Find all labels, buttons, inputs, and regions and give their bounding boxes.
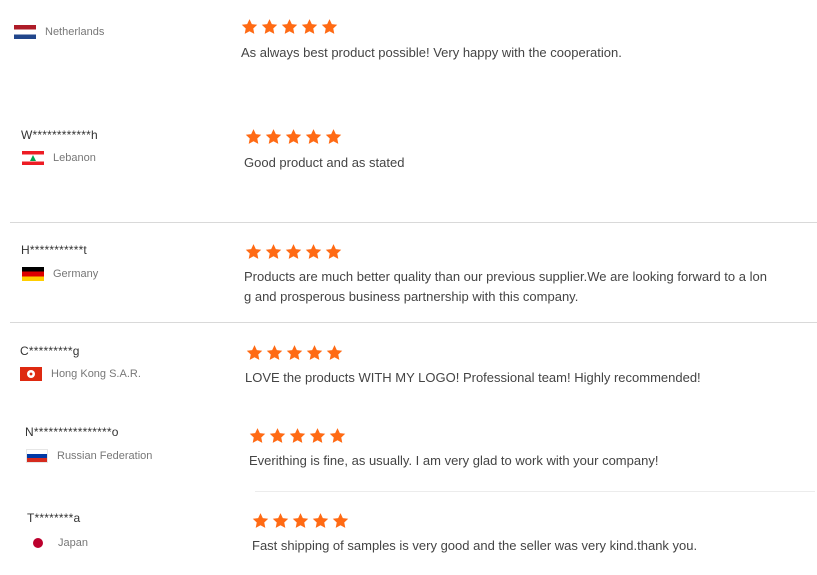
star-rating [245, 344, 345, 362]
star-icon [265, 344, 284, 362]
comment-line: Good product and as stated [244, 155, 405, 170]
country-name: Hong Kong S.A.R. [51, 368, 141, 380]
reviewer-country: Russian Federation [26, 449, 152, 463]
star-icon [251, 512, 270, 530]
star-rating [244, 243, 344, 261]
star-icon [311, 512, 330, 530]
star-icon [291, 512, 310, 530]
star-icon [245, 344, 264, 362]
review-comment: Everithing is fine, as usually. I am ver… [249, 451, 658, 471]
star-rating [244, 128, 344, 146]
divider [10, 322, 817, 323]
star-icon [248, 427, 267, 445]
country-name: Germany [53, 268, 99, 280]
star-icon [284, 243, 303, 261]
reviewer-name: H***********t [21, 243, 87, 257]
comment-line: Fast shipping of samples is very good an… [252, 538, 698, 553]
reviewer-country: Japan [27, 536, 88, 550]
comment-line: g and prosperous business partnership wi… [244, 289, 579, 304]
star-icon [325, 344, 344, 362]
star-rating [248, 427, 348, 445]
russia-flag-icon [26, 449, 48, 463]
star-icon [300, 18, 319, 36]
comment-line: Everithing is fine, as usually. I am ver… [249, 453, 659, 468]
star-icon [320, 18, 339, 36]
japan-flag-icon [27, 536, 49, 550]
reviewer-country: Hong Kong S.A.R. [20, 367, 141, 381]
star-icon [264, 243, 283, 261]
reviewer-name: W************h [21, 128, 98, 142]
star-rating [240, 18, 340, 36]
star-icon [305, 344, 324, 362]
star-icon [264, 128, 283, 146]
star-icon [331, 512, 350, 530]
reviewer-country: Lebanon [22, 151, 96, 165]
germany-flag-icon [22, 267, 44, 281]
reviewer-name: C*********g [20, 344, 80, 358]
comment-line: LOVE the products WITH MY LOGO! Professi… [245, 370, 701, 385]
divider [10, 222, 817, 223]
review-comment: Products are much better quality than ou… [244, 267, 767, 307]
reviewer-name: T********a [27, 511, 81, 525]
star-icon [288, 427, 307, 445]
star-icon [304, 243, 323, 261]
star-icon [244, 128, 263, 146]
review-comment: LOVE the products WITH MY LOGO! Professi… [245, 368, 701, 388]
star-icon [324, 243, 343, 261]
country-name: Lebanon [53, 152, 96, 164]
star-icon [324, 128, 343, 146]
comment-line: As always best product possible! Very ha… [241, 45, 622, 60]
star-icon [308, 427, 327, 445]
star-icon [284, 128, 303, 146]
review-comment: Good product and as stated [244, 153, 404, 173]
reviewer-country: Germany [22, 267, 98, 281]
star-icon [328, 427, 347, 445]
star-rating [251, 512, 351, 530]
reviewer-name: N****************o [25, 425, 119, 439]
country-name: Netherlands [45, 26, 105, 38]
review-comment: Fast shipping of samples is very good an… [252, 536, 697, 556]
star-icon [260, 18, 279, 36]
hong-kong-flag-icon [20, 367, 42, 381]
divider [255, 491, 815, 492]
star-icon [268, 427, 287, 445]
review-comment: As always best product possible! Very ha… [241, 43, 622, 63]
comment-line: Products are much better quality than ou… [244, 269, 767, 284]
netherlands-flag-icon [14, 25, 36, 39]
star-icon [271, 512, 290, 530]
star-icon [240, 18, 259, 36]
country-name: Japan [58, 537, 88, 549]
star-icon [304, 128, 323, 146]
country-name: Russian Federation [57, 450, 153, 462]
star-icon [244, 243, 263, 261]
star-icon [280, 18, 299, 36]
star-icon [285, 344, 304, 362]
reviewer-country: Netherlands [14, 25, 104, 39]
lebanon-flag-icon [22, 151, 44, 165]
